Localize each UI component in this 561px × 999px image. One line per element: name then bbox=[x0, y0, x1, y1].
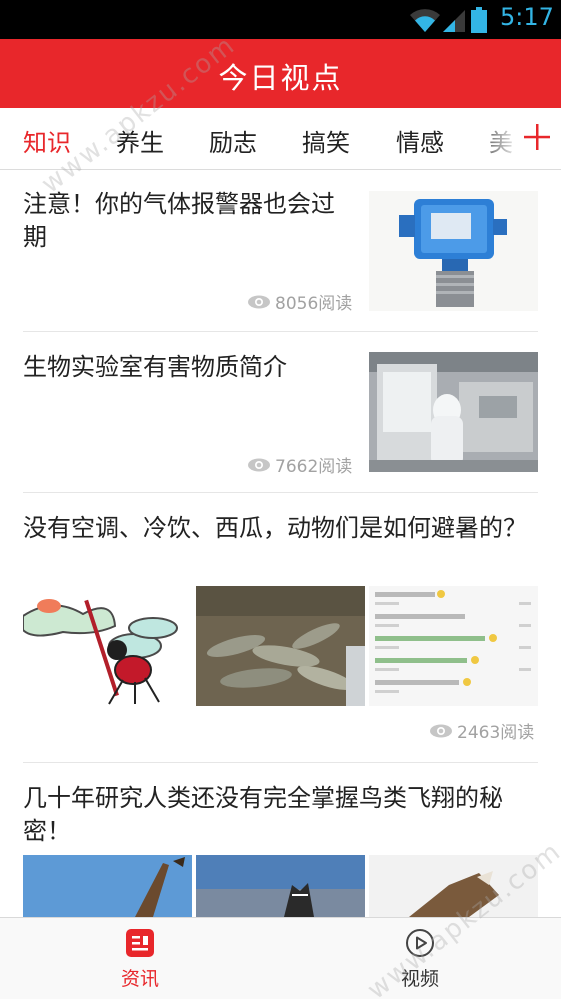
page-title: 今日视点 bbox=[218, 61, 343, 95]
status-time: 5:17 bbox=[500, 3, 554, 31]
divider bbox=[23, 492, 538, 493]
article-title: 注意！你的气体报警器也会过期 bbox=[23, 190, 335, 251]
gas-detector-image bbox=[369, 191, 538, 311]
eye-icon bbox=[248, 295, 270, 308]
news-icon bbox=[126, 929, 154, 957]
read-count-label: 2463阅读 bbox=[457, 723, 535, 743]
list-item[interactable]: 几十年研究人类还没有完全掌握鸟类飞翔的秘密！ bbox=[23, 782, 538, 852]
nav-label-news: 资讯 bbox=[120, 968, 159, 990]
wifi-icon bbox=[410, 9, 440, 32]
app-header: 今日视点 bbox=[0, 39, 561, 108]
eye-icon bbox=[248, 458, 270, 471]
tab-emotion[interactable]: 情感 bbox=[396, 123, 444, 158]
read-count-label: 8056阅读 bbox=[275, 294, 353, 314]
read-count: 8056阅读 bbox=[247, 289, 352, 314]
battery-icon bbox=[471, 7, 487, 33]
eagle-image-2 bbox=[196, 855, 365, 917]
article-title: 生物实验室有害物质简介 bbox=[23, 353, 287, 381]
news-feed: 注意！你的气体报警器也会过期 8056阅读 生物实验室有害物质简介 7662阅读… bbox=[0, 171, 561, 917]
chat-screenshot-image bbox=[369, 586, 538, 706]
category-tabs: 知识 养生 励志 搞笑 情感 美 bbox=[0, 108, 561, 170]
eagle-image-3 bbox=[369, 855, 538, 917]
list-item[interactable]: 没有空调、冷饮、西瓜，动物们是如何避暑的？ bbox=[23, 512, 538, 582]
fish-pile-image bbox=[196, 586, 365, 706]
status-bar: 5:17 bbox=[0, 0, 561, 39]
nav-item-news[interactable]: 资讯 bbox=[70, 918, 210, 999]
article-title: 没有空调、冷饮、西瓜，动物们是如何避暑的？ bbox=[23, 514, 527, 542]
divider bbox=[23, 762, 538, 763]
nav-item-video[interactable]: 视频 bbox=[350, 918, 490, 999]
plus-icon[interactable] bbox=[520, 120, 554, 154]
read-count: 2463阅读 bbox=[429, 718, 534, 743]
eagle-image-1 bbox=[23, 855, 192, 917]
play-circle-icon bbox=[406, 929, 434, 957]
nav-label-video: 视频 bbox=[400, 968, 439, 990]
divider bbox=[23, 331, 538, 332]
tab-funny[interactable]: 搞笑 bbox=[302, 123, 350, 158]
bottom-nav: 资讯 视频 bbox=[0, 917, 561, 999]
read-count-label: 7662阅读 bbox=[275, 457, 353, 477]
read-count: 7662阅读 bbox=[247, 452, 352, 477]
signal-icon bbox=[443, 10, 465, 32]
tabs-fade bbox=[470, 108, 520, 169]
eye-icon bbox=[430, 724, 452, 737]
tab-health[interactable]: 养生 bbox=[116, 123, 164, 158]
tab-knowledge[interactable]: 知识 bbox=[23, 123, 71, 158]
tab-inspiration[interactable]: 励志 bbox=[209, 123, 257, 158]
article-title: 几十年研究人类还没有完全掌握鸟类飞翔的秘密！ bbox=[23, 784, 503, 845]
lab-worker-image bbox=[369, 352, 538, 472]
mosquito-cartoon-image bbox=[23, 586, 192, 706]
